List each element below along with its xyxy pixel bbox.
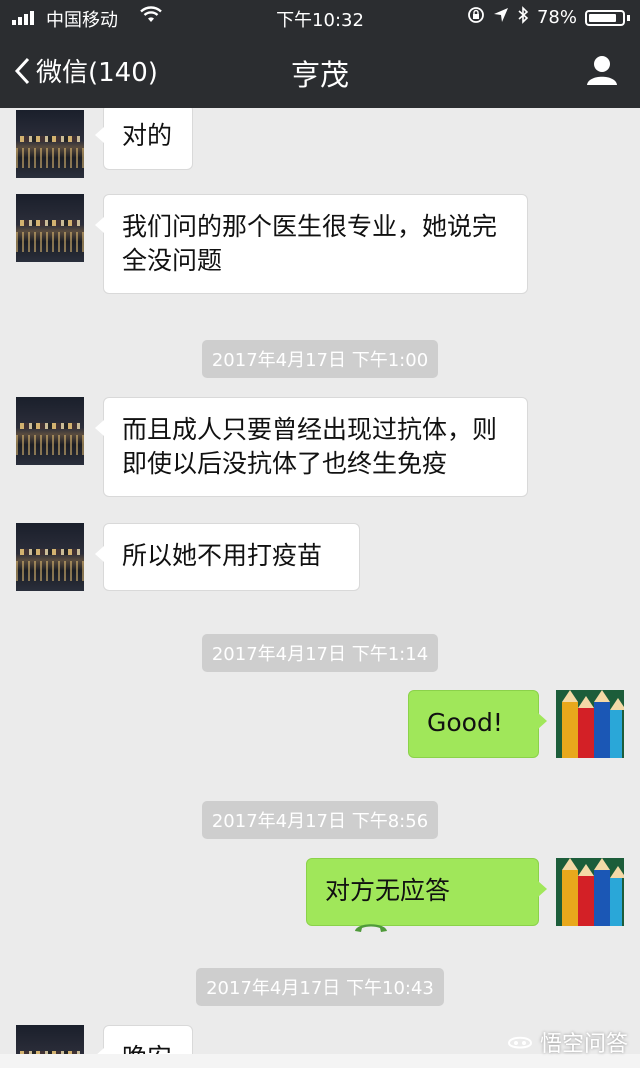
timestamp-label: 2017年4月17日 下午1:00 xyxy=(201,340,439,378)
message-bubble-received[interactable]: 我们问的那个医生很专业，她说完全没问题 xyxy=(95,194,528,294)
timestamp: 2017年4月17日 下午10:43 xyxy=(0,968,640,1006)
message-bubble-received[interactable]: 而且成人只要曾经出现过抗体，则即使以后没抗体了也终生免疫 xyxy=(95,397,528,497)
message-text: 对方无应答 xyxy=(325,876,451,905)
bluetooth-icon xyxy=(517,6,529,29)
message-text: 所以她不用打疫苗 xyxy=(122,541,323,570)
contact-avatar[interactable] xyxy=(16,523,84,591)
timestamp-label: 2017年4月17日 下午10:43 xyxy=(196,968,444,1006)
contact-avatar[interactable] xyxy=(16,1025,84,1054)
message-text: Good! xyxy=(427,708,503,737)
phone-hangup-icon xyxy=(353,909,389,943)
battery-percent: 78% xyxy=(536,7,577,28)
location-icon xyxy=(493,7,509,28)
my-avatar[interactable] xyxy=(556,858,624,926)
message-bubble-sent[interactable]: Good! xyxy=(408,690,547,758)
call-record-bubble[interactable]: 对方无应答 xyxy=(306,858,547,932)
chat-area[interactable]: 对的 我们问的那个医生很专业，她说完全没问题 2017年4月17日 下午1:00… xyxy=(0,108,640,1054)
timestamp: 2017年4月17日 下午1:00 xyxy=(0,340,640,378)
timestamp-label: 2017年4月17日 下午1:14 xyxy=(201,634,439,672)
contact-avatar[interactable] xyxy=(16,110,84,178)
message-bubble-received[interactable]: 对的 xyxy=(95,108,193,170)
person-icon xyxy=(587,56,617,85)
watermark-text: 悟空问答 xyxy=(539,1032,628,1057)
timestamp: 2017年4月17日 下午8:56 xyxy=(0,801,640,839)
contact-avatar[interactable] xyxy=(16,194,84,262)
timestamp: 2017年4月17日 下午1:14 xyxy=(0,634,640,672)
timestamp-label: 2017年4月17日 下午8:56 xyxy=(201,801,439,839)
message-text: 对的 xyxy=(122,121,173,150)
contact-avatar[interactable] xyxy=(16,397,84,465)
nav-bar: 微信(140) 亨茂 xyxy=(0,36,640,108)
contact-profile-button[interactable] xyxy=(586,54,618,90)
message-text: 我们问的那个医生很专业，她说完全没问题 xyxy=(122,212,498,275)
message-bubble-received[interactable]: 晚安 xyxy=(95,1025,193,1054)
chat-title: 亨茂 xyxy=(290,58,349,92)
my-avatar[interactable] xyxy=(556,690,624,758)
top-bar: 中国移动 下午10:32 78% 微信(140) 亨茂 xyxy=(0,0,640,108)
message-text: 晚安 xyxy=(122,1043,172,1054)
status-right-group: 78% xyxy=(467,6,630,29)
watermark: 悟空问答 xyxy=(506,1026,628,1058)
message-bubble-received[interactable]: 所以她不用打疫苗 xyxy=(95,523,360,591)
battery-icon xyxy=(585,9,625,26)
battery-tip xyxy=(627,14,630,21)
status-bar: 中国移动 下午10:32 78% xyxy=(0,0,640,36)
wukong-logo-icon xyxy=(507,1036,532,1049)
message-text: 而且成人只要曾经出现过抗体，则即使以后没抗体了也终生免疫 xyxy=(122,415,498,478)
orientation-lock-icon xyxy=(467,6,485,29)
